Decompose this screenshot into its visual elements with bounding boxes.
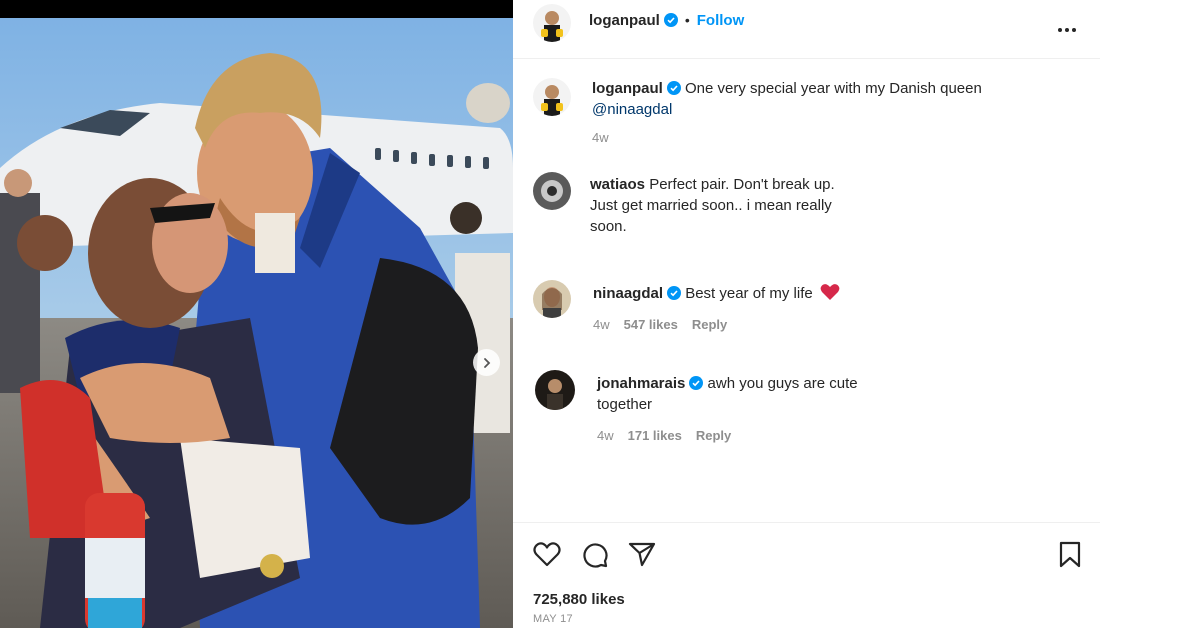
chevron-right-icon	[483, 357, 490, 368]
profile-picture	[533, 78, 571, 116]
profile-picture	[535, 370, 575, 410]
comment-avatar[interactable]	[533, 280, 571, 318]
comment-username[interactable]: jonahmarais	[597, 375, 685, 392]
share-send-icon[interactable]	[628, 541, 656, 572]
profile-picture	[533, 172, 571, 210]
comment-text: Best year of my life	[685, 285, 813, 302]
comment-avatar[interactable]	[533, 172, 571, 210]
reply-button[interactable]: Reply	[696, 428, 731, 443]
caption-mention-link[interactable]: @ninaagdal	[592, 101, 672, 118]
save-bookmark-icon[interactable]	[1058, 541, 1082, 574]
likes-count[interactable]: 725,880 likes	[533, 591, 625, 608]
profile-picture	[533, 280, 571, 318]
comment-time[interactable]: 4w	[597, 428, 614, 443]
comment-likes[interactable]: 547 likes	[624, 317, 678, 332]
reply-button[interactable]: Reply	[692, 317, 727, 332]
caption-time[interactable]: 4w	[592, 130, 609, 145]
follow-button[interactable]: Follow	[697, 12, 745, 29]
verified-badge-icon	[667, 286, 682, 300]
comment-bubble-icon[interactable]	[581, 541, 609, 574]
post-side-panel: loganpaul • Follow loganpaul One very spec…	[513, 0, 1100, 628]
author-username[interactable]: loganpaul	[589, 12, 660, 29]
red-heart-icon	[820, 284, 840, 300]
comment-likes[interactable]: 171 likes	[628, 428, 682, 443]
profile-picture	[533, 4, 571, 42]
comment-username[interactable]: watiaos	[590, 176, 645, 193]
verified-badge-icon	[663, 13, 678, 27]
comment-username[interactable]: ninaagdal	[593, 285, 663, 302]
avatar[interactable]	[533, 4, 571, 42]
image-top-bar	[0, 0, 513, 18]
verified-badge-icon	[689, 376, 704, 390]
caption-avatar[interactable]	[533, 78, 571, 116]
post-photo[interactable]	[0, 18, 513, 628]
comment-time[interactable]: 4w	[593, 317, 610, 332]
more-options-icon[interactable]	[1057, 20, 1077, 38]
verified-badge-icon	[666, 81, 681, 95]
post-actions: 725,880 likes MAY 17	[513, 522, 1100, 629]
comment-avatar[interactable]	[535, 370, 575, 410]
caption-username[interactable]: loganpaul	[592, 80, 663, 97]
post-header: loganpaul • Follow	[513, 0, 1100, 59]
page-gutter	[1100, 0, 1200, 628]
header-separator: •	[684, 12, 690, 28]
like-heart-icon[interactable]	[533, 541, 561, 572]
next-image-button[interactable]	[473, 349, 500, 376]
couple-photo	[0, 18, 513, 628]
caption-text: One very special year with my Danish que…	[685, 80, 982, 97]
post-date: MAY 17	[533, 613, 573, 625]
